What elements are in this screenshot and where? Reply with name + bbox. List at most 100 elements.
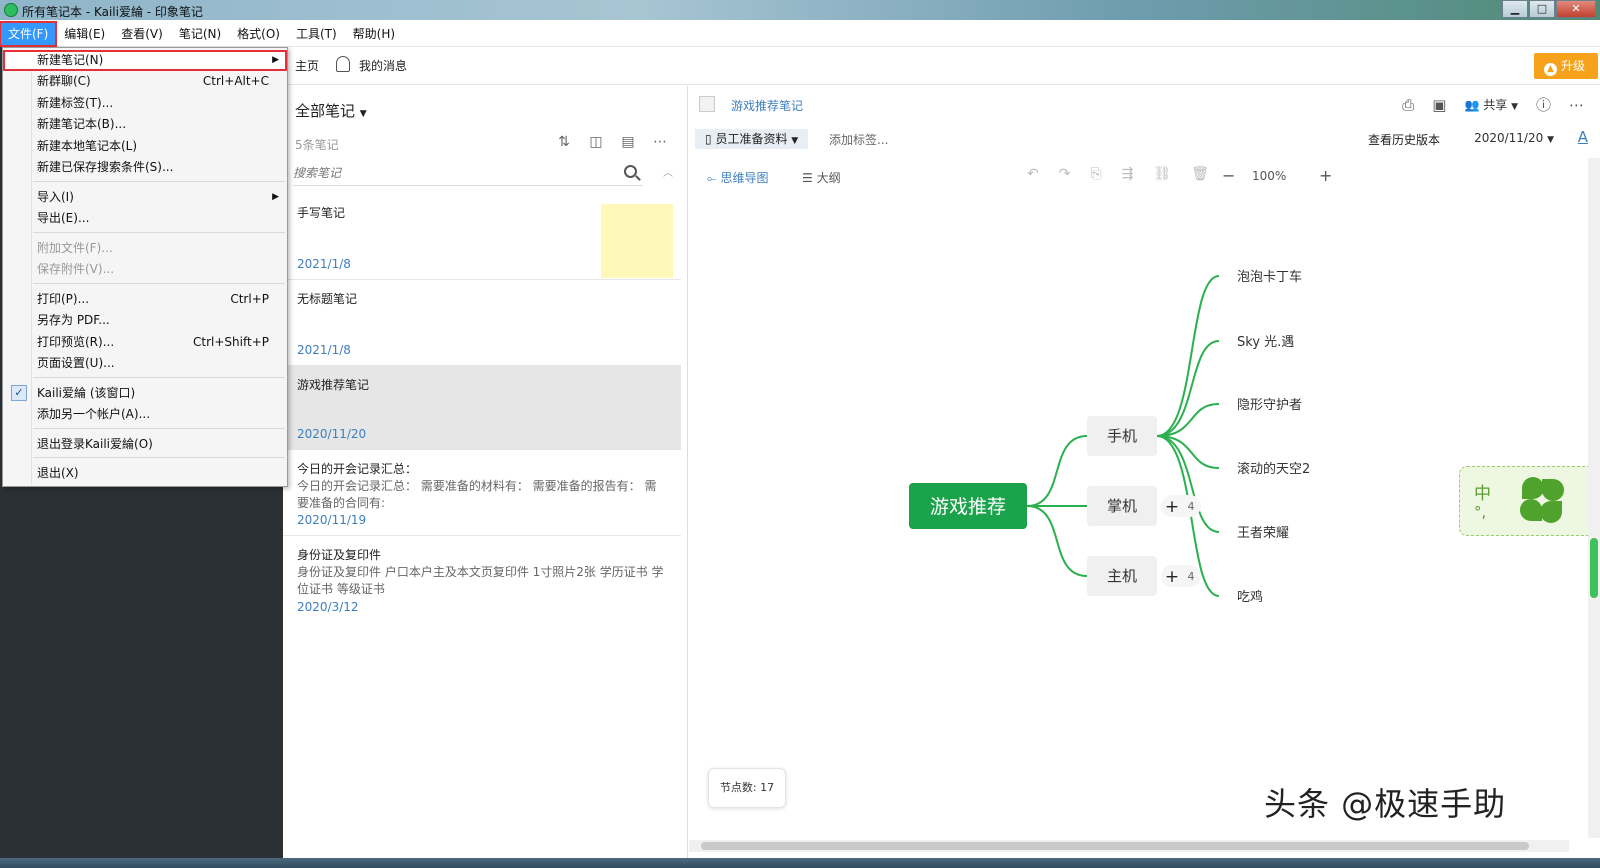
close-button[interactable]: ✕: [1556, 0, 1596, 18]
window-title: 所有笔记本 - Kaili爱綸 - 印象笔记: [22, 5, 203, 19]
more-icon[interactable]: ⋯: [651, 134, 669, 150]
sort-icon[interactable]: ⇅: [555, 134, 573, 150]
search-input[interactable]: [293, 162, 613, 184]
font-format-button[interactable]: A: [1578, 128, 1588, 146]
note-card[interactable]: 手写笔记 2021/1/8: [283, 194, 681, 280]
outline-tab[interactable]: ☰ 大纲: [802, 169, 841, 186]
file-menu-item-label: 添加另一个帐户(A)...: [37, 407, 151, 421]
scroll-thumb[interactable]: [1590, 538, 1598, 598]
menu-note[interactable]: 笔记(N): [171, 22, 229, 46]
caret-down-icon: ▼: [1547, 135, 1554, 145]
file-menu-item-label: 打印预览(R)...: [37, 335, 115, 349]
leaf-node[interactable]: 隐形守护者: [1237, 398, 1302, 413]
title-bar: 所有笔记本 - Kaili爱綸 - 印象笔记 ▁ □ ✕: [0, 0, 1600, 20]
link-icon[interactable]: ⛓: [1153, 166, 1171, 182]
leaf-node[interactable]: 吃鸡: [1237, 589, 1263, 605]
note-card[interactable]: 身份证及复印件 身份证及复印件 户口本户主及本文页复印件 1寸照片2张 学历证书…: [283, 536, 681, 622]
redo-icon[interactable]: ↷: [1059, 166, 1071, 182]
menu-file[interactable]: 文件(F): [0, 20, 58, 47]
file-menu-item[interactable]: 导出(E)...: [3, 208, 287, 229]
menu-help[interactable]: 帮助(H): [345, 22, 403, 46]
menu-edit[interactable]: 编辑(E): [56, 22, 113, 46]
note-card[interactable]: 无标题笔记 2021/1/8: [283, 280, 681, 366]
leaf-node[interactable]: 滚动的天空2: [1237, 461, 1310, 477]
info-icon[interactable]: ⓘ: [1536, 94, 1551, 115]
file-menu-item[interactable]: 添加另一个帐户(A)...: [3, 404, 287, 425]
upgrade-button[interactable]: ▲ 升级: [1534, 53, 1598, 79]
view-layout-icon[interactable]: ◫: [587, 134, 605, 150]
file-menu-item[interactable]: 另存为 PDF...: [3, 310, 287, 331]
file-menu-item[interactable]: 导入(I) ▶: [3, 187, 287, 208]
vertical-scrollbar[interactable]: [1588, 158, 1600, 838]
note-card[interactable]: 游戏推荐笔记 2020/11/20: [283, 366, 681, 450]
delete-icon[interactable]: 🗑: [1191, 166, 1209, 182]
file-menu-item[interactable]: 打印预览(R)... Ctrl+Shift+P: [3, 332, 287, 353]
file-menu-item[interactable]: ✓ Kaili爱綸 (该窗口): [3, 383, 287, 404]
copy-style-icon[interactable]: ⎘: [1090, 166, 1101, 182]
file-menu-item[interactable]: 新建本地笔记本(L): [3, 136, 287, 157]
bell-icon[interactable]: [336, 56, 350, 72]
file-menu-item[interactable]: 页面设置(U)...: [3, 353, 287, 374]
scroll-thumb[interactable]: [701, 842, 1529, 850]
menu-separator: [33, 181, 285, 182]
more-icon[interactable]: ⋯: [1569, 96, 1584, 114]
note-list-header[interactable]: 全部笔记 ▼: [295, 100, 367, 121]
print-icon[interactable]: ⎙: [1402, 96, 1414, 114]
search-icon[interactable]: [624, 165, 637, 178]
file-menu-item[interactable]: 新建标签(T)...: [3, 93, 287, 114]
home-link[interactable]: 主页: [295, 57, 319, 74]
file-menu-item-label: 打印(P)...: [37, 292, 90, 306]
notebook-selector[interactable]: ▯ 员工准备资料 ▼: [695, 129, 809, 149]
maximize-button[interactable]: □: [1529, 0, 1555, 18]
file-menu-item-label: 新建本地笔记本(L): [37, 139, 138, 153]
leaf-node[interactable]: 王者荣耀: [1237, 526, 1289, 541]
file-menu-item-label: 导出(E)...: [37, 211, 90, 225]
file-menu-item-label: Kaili爱綸 (该窗口): [37, 386, 136, 400]
file-menu-shortcut: Ctrl+Shift+P: [193, 335, 269, 349]
collapse-arrow-icon[interactable]: ︿: [663, 164, 673, 179]
file-menu-item[interactable]: 新建笔记本(B)...: [3, 114, 287, 135]
undo-icon[interactable]: ↶: [1027, 166, 1039, 182]
file-menu-item[interactable]: 退出登录Kaili爱綸(O): [3, 434, 287, 455]
note-title: 手写笔记: [297, 206, 346, 220]
connector-line: [1026, 505, 1088, 577]
share-button[interactable]: 👥 共享 ▼: [1464, 96, 1518, 113]
plus-icon[interactable]: +: [1165, 497, 1179, 517]
file-menu-item[interactable]: 新群聊(C) Ctrl+Alt+C: [3, 71, 287, 92]
horizontal-scrollbar[interactable]: [689, 840, 1569, 852]
date-selector[interactable]: 2020/11/20 ▼: [1474, 131, 1554, 145]
view-history-link[interactable]: 查看历史版本: [1368, 131, 1440, 148]
menu-tools[interactable]: 工具(T): [288, 22, 345, 46]
zoom-in-button[interactable]: +: [1319, 166, 1332, 185]
add-tag-input[interactable]: 添加标签...: [829, 131, 888, 148]
leaf-node[interactable]: Sky 光.遇: [1237, 335, 1294, 350]
connector-line: [1156, 340, 1220, 437]
leaf-node[interactable]: 泡泡卡丁车: [1237, 269, 1302, 285]
file-menu-item[interactable]: 新建已保存搜索条件(S)...: [3, 157, 287, 178]
menu-view[interactable]: 查看(V): [113, 22, 171, 46]
menu-format[interactable]: 格式(O): [229, 22, 288, 46]
file-menu-item[interactable]: 打印(P)... Ctrl+P: [3, 289, 287, 310]
search-box: [293, 162, 643, 186]
file-menu-shortcut: Ctrl+Alt+C: [202, 74, 269, 88]
file-menu-item[interactable]: 新建笔记(N) ▶: [3, 50, 287, 71]
connector-line: [1156, 435, 1220, 533]
clover-icon: [1542, 479, 1564, 501]
file-menu-item[interactable]: 退出(X): [3, 463, 287, 484]
present-icon[interactable]: ▣: [1432, 96, 1446, 114]
branch-icon[interactable]: ⇶: [1122, 166, 1134, 182]
editor-note-title[interactable]: 游戏推荐笔记: [731, 97, 803, 114]
note-date: 2021/1/8: [297, 257, 351, 271]
zoom-out-button[interactable]: −: [1222, 166, 1235, 185]
messages-link[interactable]: 我的消息: [359, 57, 407, 74]
notebook-icon[interactable]: ▤: [619, 134, 637, 150]
note-card[interactable]: 今日的开会记录汇总： 今日的开会记录汇总： 需要准备的材料有： 需要准备的报告有…: [283, 450, 681, 536]
floating-widget[interactable]: 中 °,: [1459, 466, 1599, 536]
notebook-icon: ▯: [705, 132, 712, 146]
plus-icon[interactable]: +: [1165, 567, 1179, 587]
root-node-label: 游戏推荐: [930, 496, 1006, 518]
caret-down-icon: ▼: [359, 109, 367, 119]
connector-line: [1026, 435, 1088, 507]
mindmap-tab[interactable]: ⟜ 思维导图: [707, 169, 768, 186]
minimize-button[interactable]: ▁: [1502, 0, 1528, 18]
